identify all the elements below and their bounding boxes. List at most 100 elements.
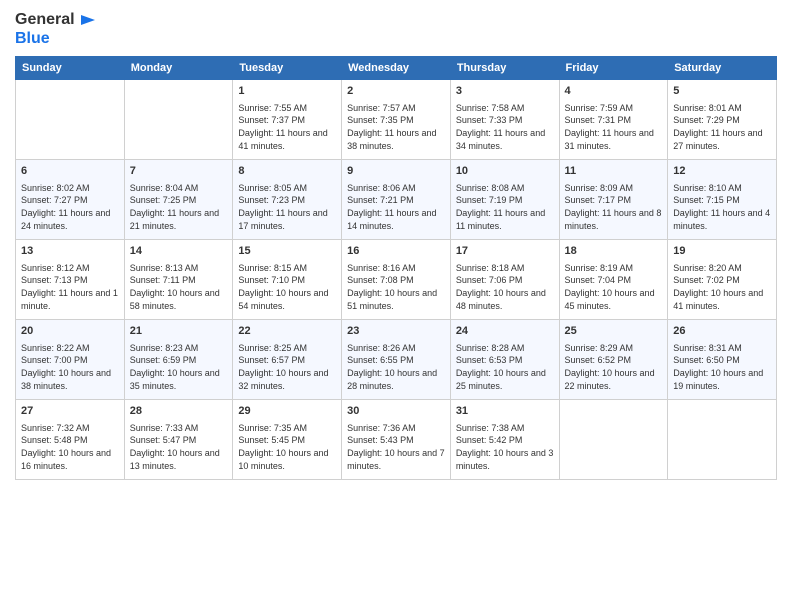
day-info: Sunrise: 8:06 AMSunset: 7:21 PMDaylight:… [347,183,436,231]
calendar-table: SundayMondayTuesdayWednesdayThursdayFrid… [15,56,777,480]
calendar-cell: 16 Sunrise: 8:16 AMSunset: 7:08 PMDayligh… [342,240,451,320]
calendar-page: General Blue SundayMondayTuesdayWednesda… [0,0,792,612]
day-number: 6 [21,164,119,179]
calendar-cell: 6 Sunrise: 8:02 AMSunset: 7:27 PMDaylight… [16,160,125,240]
calendar-week-3: 13 Sunrise: 8:12 AMSunset: 7:13 PMDayligh… [16,240,777,320]
day-info: Sunrise: 8:25 AMSunset: 6:57 PMDaylight:… [238,343,328,391]
day-info: Sunrise: 8:22 AMSunset: 7:00 PMDaylight:… [21,343,111,391]
day-number: 2 [347,84,445,99]
calendar-cell: 7 Sunrise: 8:04 AMSunset: 7:25 PMDaylight… [124,160,233,240]
day-number: 27 [21,404,119,419]
calendar-week-4: 20Sunrise: 8:22 AMSunset: 7:00 PMDayligh… [16,320,777,400]
day-info: Sunrise: 8:13 AMSunset: 7:11 PMDaylight:… [130,263,220,311]
day-info: Sunrise: 7:57 AMSunset: 7:35 PMDaylight:… [347,103,436,151]
day-number: 3 [456,84,554,99]
day-number: 14 [130,244,228,259]
weekday-header-wednesday: Wednesday [342,57,451,80]
day-info: Sunrise: 7:33 AMSunset: 5:47 PMDaylight:… [130,423,220,471]
day-info: Sunrise: 8:10 AMSunset: 7:15 PMDaylight:… [673,183,770,231]
calendar-cell: 15Sunrise: 8:15 AMSunset: 7:10 PMDayligh… [233,240,342,320]
day-number: 8 [238,164,336,179]
weekday-header-row: SundayMondayTuesdayWednesdayThursdayFrid… [16,57,777,80]
calendar-cell: 11 Sunrise: 8:09 AMSunset: 7:17 PMDayligh… [559,160,668,240]
day-info: Sunrise: 8:19 AMSunset: 7:04 PMDaylight:… [565,263,655,311]
day-number: 30 [347,404,445,419]
calendar-cell: 9 Sunrise: 8:06 AMSunset: 7:21 PMDaylight… [342,160,451,240]
day-info: Sunrise: 8:02 AMSunset: 7:27 PMDaylight:… [21,183,110,231]
day-info: Sunrise: 7:36 AMSunset: 5:43 PMDaylight:… [347,423,445,471]
day-number: 17 [456,244,554,259]
calendar-cell: 22Sunrise: 8:25 AMSunset: 6:57 PMDayligh… [233,320,342,400]
day-number: 15 [238,244,336,259]
day-info: Sunrise: 8:26 AMSunset: 6:55 PMDaylight:… [347,343,437,391]
day-info: Sunrise: 8:23 AMSunset: 6:59 PMDaylight:… [130,343,220,391]
weekday-header-tuesday: Tuesday [233,57,342,80]
calendar-cell: 3 Sunrise: 7:58 AMSunset: 7:33 PMDaylight… [450,80,559,160]
day-info: Sunrise: 8:04 AMSunset: 7:25 PMDaylight:… [130,183,219,231]
calendar-cell: 19Sunrise: 8:20 AMSunset: 7:02 PMDayligh… [668,240,777,320]
calendar-cell [124,80,233,160]
logo-text: General Blue [15,10,95,48]
day-number: 16 [347,244,445,259]
calendar-cell: 2 Sunrise: 7:57 AMSunset: 7:35 PMDaylight… [342,80,451,160]
day-info: Sunrise: 7:55 AMSunset: 7:37 PMDaylight:… [238,103,327,151]
logo: General Blue [15,10,95,48]
calendar-cell: 4 Sunrise: 7:59 AMSunset: 7:31 PMDaylight… [559,80,668,160]
calendar-cell: 25Sunrise: 8:29 AMSunset: 6:52 PMDayligh… [559,320,668,400]
day-number: 4 [565,84,663,99]
day-number: 26 [673,324,771,339]
calendar-cell: 29 Sunrise: 7:35 AMSunset: 5:45 PMDayligh… [233,400,342,480]
calendar-cell: 12 Sunrise: 8:10 AMSunset: 7:15 PMDayligh… [668,160,777,240]
calendar-cell: 28 Sunrise: 7:33 AMSunset: 5:47 PMDayligh… [124,400,233,480]
calendar-cell: 24Sunrise: 8:28 AMSunset: 6:53 PMDayligh… [450,320,559,400]
day-info: Sunrise: 8:16 AMSunset: 7:08 PMDaylight:… [347,263,437,311]
weekday-header-monday: Monday [124,57,233,80]
day-number: 18 [565,244,663,259]
day-number: 11 [565,164,663,179]
day-number: 13 [21,244,119,259]
calendar-cell: 27 Sunrise: 7:32 AMSunset: 5:48 PMDayligh… [16,400,125,480]
day-number: 9 [347,164,445,179]
calendar-cell: 8 Sunrise: 8:05 AMSunset: 7:23 PMDaylight… [233,160,342,240]
day-number: 12 [673,164,771,179]
day-info: Sunrise: 8:08 AMSunset: 7:19 PMDaylight:… [456,183,545,231]
calendar-cell: 31 Sunrise: 7:38 AMSunset: 5:42 PMDayligh… [450,400,559,480]
day-number: 7 [130,164,228,179]
weekday-header-friday: Friday [559,57,668,80]
page-header: General Blue [15,10,777,48]
day-info: Sunrise: 7:58 AMSunset: 7:33 PMDaylight:… [456,103,545,151]
day-number: 5 [673,84,771,99]
calendar-cell: 13 Sunrise: 8:12 AMSunset: 7:13 PMDayligh… [16,240,125,320]
calendar-week-5: 27 Sunrise: 7:32 AMSunset: 5:48 PMDayligh… [16,400,777,480]
day-info: Sunrise: 8:12 AMSunset: 7:13 PMDaylight:… [21,263,118,311]
calendar-cell: 14 Sunrise: 8:13 AMSunset: 7:11 PMDayligh… [124,240,233,320]
calendar-cell: 23Sunrise: 8:26 AMSunset: 6:55 PMDayligh… [342,320,451,400]
calendar-cell: 5Sunrise: 8:01 AMSunset: 7:29 PMDaylight… [668,80,777,160]
day-number: 29 [238,404,336,419]
calendar-cell [559,400,668,480]
calendar-cell: 17 Sunrise: 8:18 AMSunset: 7:06 PMDayligh… [450,240,559,320]
day-number: 31 [456,404,554,419]
day-info: Sunrise: 8:09 AMSunset: 7:17 PMDaylight:… [565,183,662,231]
calendar-cell: 30 Sunrise: 7:36 AMSunset: 5:43 PMDayligh… [342,400,451,480]
calendar-cell: 20Sunrise: 8:22 AMSunset: 7:00 PMDayligh… [16,320,125,400]
day-info: Sunrise: 7:32 AMSunset: 5:48 PMDaylight:… [21,423,111,471]
calendar-cell [668,400,777,480]
day-number: 25 [565,324,663,339]
day-info: Sunrise: 7:35 AMSunset: 5:45 PMDaylight:… [238,423,328,471]
weekday-header-saturday: Saturday [668,57,777,80]
calendar-cell: 26Sunrise: 8:31 AMSunset: 6:50 PMDayligh… [668,320,777,400]
day-info: Sunrise: 8:18 AMSunset: 7:06 PMDaylight:… [456,263,546,311]
day-number: 1 [238,84,336,99]
day-info: Sunrise: 7:38 AMSunset: 5:42 PMDaylight:… [456,423,554,471]
calendar-cell: 18 Sunrise: 8:19 AMSunset: 7:04 PMDayligh… [559,240,668,320]
day-number: 28 [130,404,228,419]
day-info: Sunrise: 8:05 AMSunset: 7:23 PMDaylight:… [238,183,327,231]
calendar-cell: 10 Sunrise: 8:08 AMSunset: 7:19 PMDayligh… [450,160,559,240]
day-info: Sunrise: 7:59 AMSunset: 7:31 PMDaylight:… [565,103,654,151]
day-info: Sunrise: 8:28 AMSunset: 6:53 PMDaylight:… [456,343,546,391]
day-number: 10 [456,164,554,179]
calendar-cell [16,80,125,160]
weekday-header-thursday: Thursday [450,57,559,80]
day-number: 19 [673,244,771,259]
